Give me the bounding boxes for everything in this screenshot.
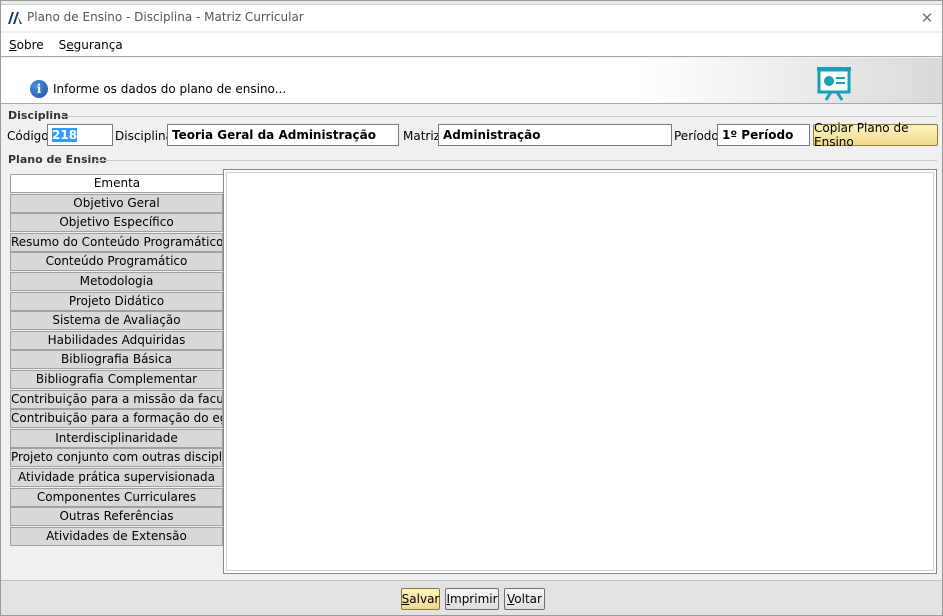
menu-sobre[interactable]: Sobre <box>9 38 44 52</box>
tab-item[interactable]: Projeto conjunto com outras disciplinas <box>10 448 223 468</box>
codigo-value: 218 <box>52 128 78 142</box>
tab-item[interactable]: Sistema de Avaliação <box>10 311 223 331</box>
menu-bar: Sobre Segurança <box>1 33 942 57</box>
menu-sobre-accel: S <box>9 37 17 52</box>
info-banner: i Informe os dados do plano de ensino... <box>1 58 942 104</box>
tab-item[interactable]: Metodologia <box>10 271 223 291</box>
disciplina-group-line <box>61 116 937 117</box>
periodo-field[interactable]: 1º Período <box>717 124 810 146</box>
matriz-field[interactable]: Administração <box>438 124 672 146</box>
codigo-label: Código: <box>7 129 53 143</box>
title-bar: Plano de Ensino - Disciplina - Matriz Cu… <box>1 5 942 31</box>
info-message: Informe os dados do plano de ensino... <box>53 82 287 96</box>
tab-item[interactable]: Bibliografia Complementar <box>10 369 223 389</box>
tab-item[interactable]: Atividades de Extensão <box>10 526 223 546</box>
plano-tabs: Ementa Objetivo Geral Objetivo Específico R… <box>10 174 223 546</box>
window-title: Plano de Ensino - Disciplina - Matriz Cu… <box>27 10 304 24</box>
imprimir-label: Imprimir <box>446 592 498 606</box>
tab-item[interactable]: Projeto Didático <box>10 291 223 311</box>
bottom-bar: Salvar Imprimir Voltar <box>1 580 942 615</box>
tab-item[interactable]: Ementa <box>10 174 223 193</box>
tab-item[interactable]: Habilidades Adquiridas <box>10 330 223 350</box>
periodo-label: Período: <box>674 129 723 143</box>
tab-item[interactable]: Conteúdo Programático <box>10 252 223 272</box>
imprimir-button[interactable]: Imprimir <box>445 588 499 610</box>
close-button[interactable]: ✕ <box>916 7 938 29</box>
tab-item[interactable]: Interdisciplinaridade <box>10 428 223 448</box>
disciplina-field[interactable]: Teoria Geral da Administração <box>167 124 399 146</box>
app-logo-icon <box>8 12 22 24</box>
tab-item[interactable]: Contribuição para a formação do egresso <box>10 409 223 429</box>
plano-group-line <box>94 160 937 161</box>
codigo-field[interactable]: 218 <box>47 124 113 146</box>
plano-text-editor[interactable] <box>223 169 937 574</box>
salvar-button[interactable]: Salvar <box>401 588 440 610</box>
tab-item[interactable]: Outras Referências <box>10 507 223 527</box>
tab-item[interactable]: Contribuição para a missão da faculdade <box>10 389 223 409</box>
presentation-board-icon <box>817 67 851 101</box>
tab-item[interactable]: Atividade prática supervisionada <box>10 467 223 487</box>
voltar-button[interactable]: Voltar <box>504 588 545 610</box>
main-window: Plano de Ensino - Disciplina - Matriz Cu… <box>0 0 943 616</box>
info-icon: i <box>30 80 48 98</box>
tab-item[interactable]: Componentes Curriculares <box>10 487 223 507</box>
tab-item[interactable]: Resumo do Conteúdo Programático <box>10 232 223 252</box>
tab-item[interactable]: Objetivo Específico <box>10 213 223 233</box>
copy-plano-button[interactable]: Copiar Plano de Ensino <box>813 121 938 149</box>
menu-sobre-rest: obre <box>16 37 44 52</box>
voltar-label: Voltar <box>507 592 542 606</box>
menu-seguranca[interactable]: Segurança <box>59 38 123 52</box>
disciplina-group-title: Disciplina <box>8 109 69 122</box>
tab-item[interactable]: Bibliografia Básica <box>10 350 223 370</box>
salvar-label: Salvar <box>401 592 440 606</box>
plano-group-title: Plano de Ensino <box>8 153 107 166</box>
close-icon: ✕ <box>920 9 934 27</box>
tab-item[interactable]: Objetivo Geral <box>10 193 223 213</box>
